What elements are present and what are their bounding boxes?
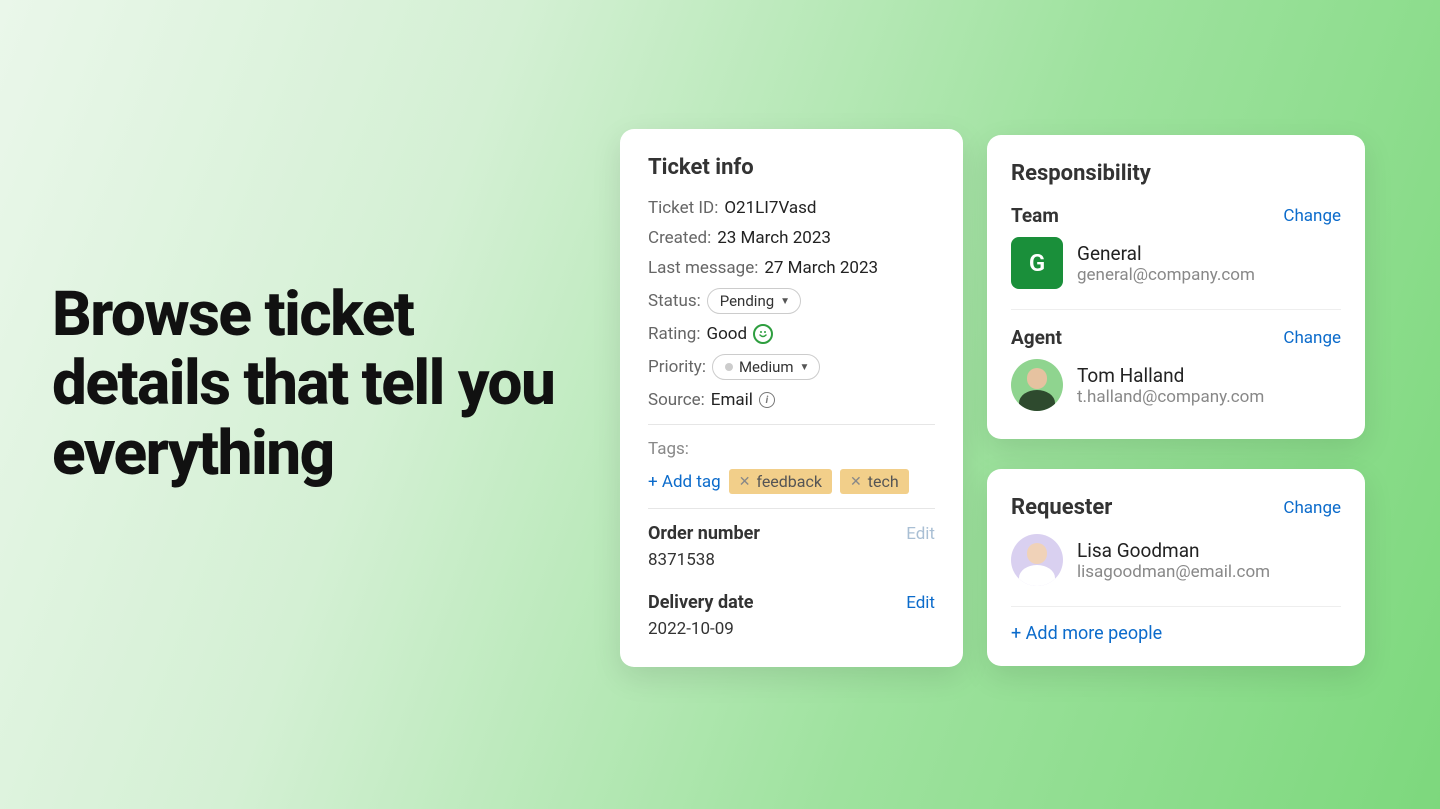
- rating-value: Good: [706, 324, 747, 344]
- priority-value: Medium: [739, 358, 794, 376]
- change-requester-button[interactable]: Change: [1283, 498, 1341, 518]
- tags-label: Tags:: [648, 439, 935, 459]
- priority-dropdown[interactable]: Medium ▼: [712, 354, 821, 380]
- ticket-id-row: Ticket ID: O21LI7Vasd: [648, 198, 935, 218]
- divider: [648, 508, 935, 509]
- agent-person: Tom Halland t.halland@company.com: [1011, 359, 1341, 411]
- order-number-label: Order number: [648, 523, 760, 544]
- source-value: Email: [711, 390, 753, 410]
- agent-header: Agent Change: [1011, 326, 1341, 349]
- agent-name: Tom Halland: [1077, 364, 1264, 387]
- add-people-button[interactable]: + Add more people: [1011, 623, 1341, 644]
- created-row: Created: 23 March 2023: [648, 228, 935, 248]
- agent-label: Agent: [1011, 326, 1062, 349]
- requester-title: Requester: [1011, 495, 1112, 520]
- responsibility-title: Responsibility: [1011, 161, 1341, 186]
- tag-chip[interactable]: ✕ tech: [840, 469, 909, 494]
- team-email: general@company.com: [1077, 265, 1255, 285]
- delivery-date-label: Delivery date: [648, 592, 754, 613]
- requester-email: lisagoodman@email.com: [1077, 562, 1270, 582]
- divider: [648, 424, 935, 425]
- team-name: General: [1077, 242, 1255, 265]
- requester-card: Requester Change Lisa Goodman lisagoodma…: [987, 469, 1365, 666]
- status-row: Status: Pending ▼: [648, 288, 935, 314]
- status-value: Pending: [720, 292, 774, 310]
- status-label: Status:: [648, 291, 701, 311]
- status-dropdown[interactable]: Pending ▼: [707, 288, 801, 314]
- rating-row: Rating: Good: [648, 324, 935, 344]
- chevron-down-icon: ▼: [800, 362, 810, 373]
- team-header: Team Change: [1011, 204, 1341, 227]
- priority-label: Priority:: [648, 357, 706, 377]
- created-value: 23 March 2023: [717, 228, 831, 248]
- requester-avatar: [1011, 534, 1063, 586]
- team-avatar: G: [1011, 237, 1063, 289]
- chevron-down-icon: ▼: [780, 296, 790, 307]
- source-label: Source:: [648, 390, 705, 410]
- ticket-info-title: Ticket info: [648, 155, 935, 180]
- requester-name: Lisa Goodman: [1077, 539, 1270, 562]
- agent-email: t.halland@company.com: [1077, 387, 1264, 407]
- ticket-id-value: O21LI7Vasd: [724, 198, 816, 218]
- created-label: Created:: [648, 228, 711, 248]
- change-agent-button[interactable]: Change: [1283, 328, 1341, 348]
- delivery-date-value: 2022-10-09: [648, 619, 935, 639]
- smile-icon: [753, 324, 773, 344]
- tag-label: feedback: [756, 472, 822, 491]
- team-label: Team: [1011, 204, 1059, 227]
- divider: [1011, 309, 1341, 310]
- divider: [1011, 606, 1341, 607]
- info-icon[interactable]: i: [759, 392, 775, 408]
- add-tag-button[interactable]: + Add tag: [648, 472, 721, 492]
- team-avatar-initial: G: [1029, 249, 1045, 277]
- last-message-value: 27 March 2023: [764, 258, 878, 278]
- team-person: G General general@company.com: [1011, 237, 1341, 289]
- last-message-row: Last message: 27 March 2023: [648, 258, 935, 278]
- order-number-value: 8371538: [648, 550, 935, 570]
- tag-chip[interactable]: ✕ feedback: [729, 469, 832, 494]
- source-row: Source: Email i: [648, 390, 935, 410]
- change-team-button[interactable]: Change: [1283, 206, 1341, 226]
- rating-label: Rating:: [648, 324, 700, 344]
- order-number-header: Order number Edit: [648, 523, 935, 544]
- page-headline: Browse ticket details that tell you ever…: [52, 280, 572, 488]
- edit-order-button[interactable]: Edit: [906, 524, 935, 544]
- last-message-label: Last message:: [648, 258, 758, 278]
- agent-avatar: [1011, 359, 1063, 411]
- delivery-date-header: Delivery date Edit: [648, 592, 935, 613]
- priority-row: Priority: Medium ▼: [648, 354, 935, 380]
- ticket-info-card: Ticket info Ticket ID: O21LI7Vasd Create…: [620, 129, 963, 667]
- ticket-id-label: Ticket ID:: [648, 198, 718, 218]
- requester-person: Lisa Goodman lisagoodman@email.com: [1011, 534, 1341, 586]
- tag-label: tech: [868, 472, 899, 491]
- edit-delivery-button[interactable]: Edit: [906, 593, 935, 613]
- remove-tag-icon[interactable]: ✕: [850, 474, 862, 490]
- responsibility-card: Responsibility Team Change G General gen…: [987, 135, 1365, 439]
- priority-dot-icon: [725, 363, 733, 371]
- tags-row: + Add tag ✕ feedback ✕ tech: [648, 469, 935, 494]
- remove-tag-icon[interactable]: ✕: [739, 474, 751, 490]
